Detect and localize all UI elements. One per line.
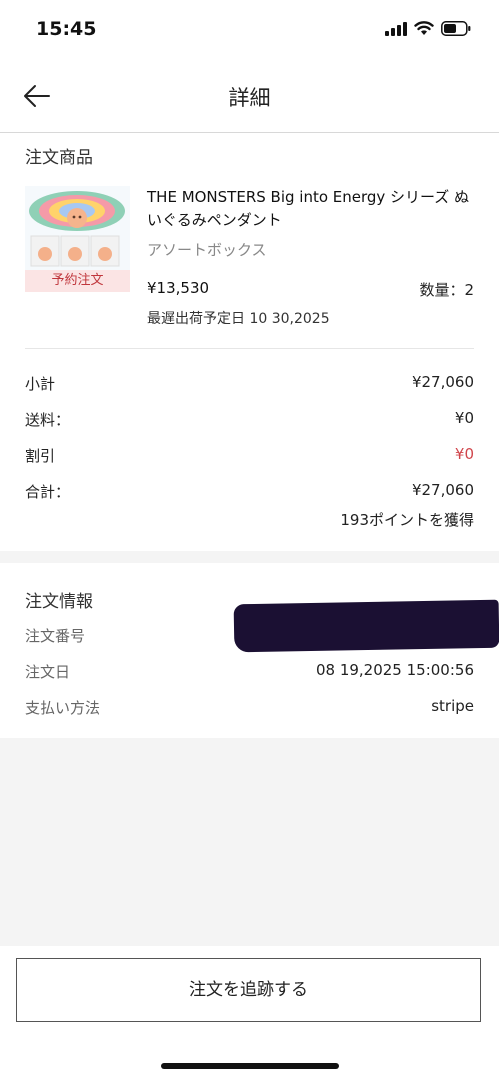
product-price: ¥13,530 (147, 279, 210, 297)
discount-label: 割引 (25, 447, 56, 465)
product-name[interactable]: THE MONSTERS Big into Energy シリーズ ぬいぐるみペ… (147, 186, 477, 232)
battery-icon (441, 21, 471, 36)
shipping-fee-label: 送料： (25, 411, 71, 429)
status-bar: 15:45 (0, 0, 499, 60)
order-number-label: 注文番号 (25, 627, 86, 645)
product-illustration (25, 186, 130, 270)
section-separator (0, 551, 499, 563)
home-indicator[interactable] (161, 1063, 339, 1069)
product-variant: アソートボックス (147, 241, 267, 259)
page-title: 詳細 (228, 86, 271, 110)
divider (25, 348, 474, 349)
signal-icon (385, 21, 407, 36)
total-label: 合計： (25, 483, 71, 501)
subtotal-value: ¥27,060 (411, 373, 474, 391)
status-icons (385, 21, 471, 36)
wifi-icon (414, 21, 434, 35)
nav-header: 詳細 (0, 60, 499, 133)
order-date-value: 08 19,2025 15:00:56 (315, 661, 474, 679)
shipping-date: 最遅出荷予定日 10 30,2025 (147, 311, 330, 327)
order-date-label: 注文日 (25, 663, 71, 681)
preorder-tag: 予約注文 (25, 270, 130, 292)
points-earned: 193ポイントを獲得 (340, 511, 474, 529)
order-items-title: 注文商品 (25, 148, 93, 168)
redaction-mark (233, 599, 499, 653)
subtotal-label: 小計 (25, 375, 56, 393)
total-value: ¥27,060 (411, 481, 474, 499)
track-order-button[interactable]: 注文を追跡する (16, 958, 481, 1022)
payment-method-label: 支払い方法 (25, 699, 101, 717)
discount-value: ¥0 (454, 445, 474, 463)
order-info-title: 注文情報 (25, 592, 93, 612)
shipping-fee-value: ¥0 (454, 409, 474, 427)
status-time: 15:45 (36, 18, 97, 40)
empty-area (0, 738, 499, 946)
product-quantity: 数量：2 (419, 281, 474, 299)
payment-method-value: stripe (431, 697, 474, 715)
product-image[interactable]: 予約注文 (25, 186, 130, 292)
